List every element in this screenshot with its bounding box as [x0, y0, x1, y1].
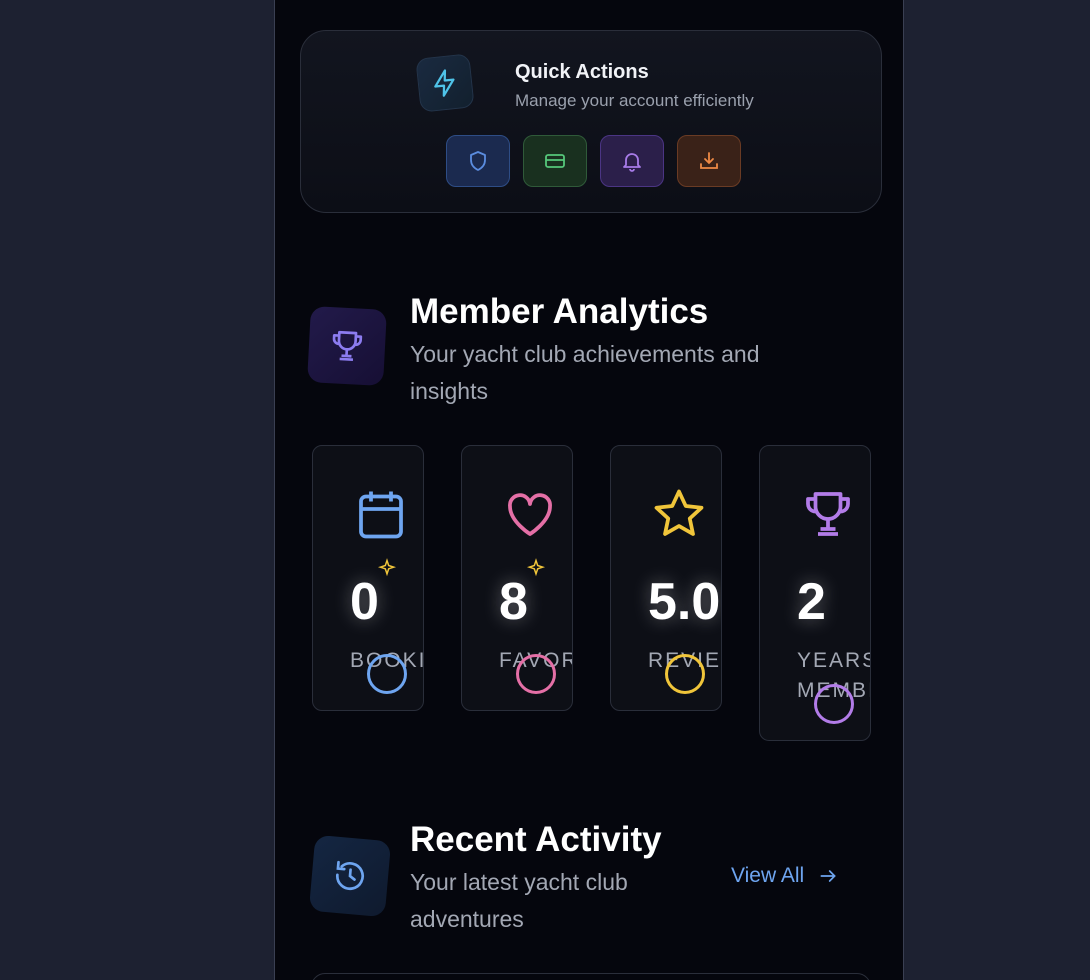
notifications-button[interactable]	[600, 135, 664, 187]
stat-value: 8	[499, 573, 528, 631]
recent-activity-subtitle: Your latest yacht club adventures	[410, 869, 628, 932]
recent-activity-title: Recent Activity	[410, 820, 662, 859]
heart-icon	[508, 493, 552, 536]
bell-icon	[623, 153, 641, 172]
trophy-icon	[806, 492, 850, 536]
shield-icon	[470, 151, 486, 171]
quick-actions-subtitle: Manage your account efficiently	[515, 91, 754, 110]
quick-actions-card: Quick Actions Manage your account effici…	[300, 30, 882, 213]
security-button[interactable]	[446, 135, 510, 187]
sparkle-icon	[377, 558, 397, 577]
download-button[interactable]	[677, 135, 741, 187]
stat-card-favorites[interactable]: 8 FAVOR	[461, 445, 573, 711]
stat-value: 2	[797, 573, 826, 631]
history-icon	[308, 834, 392, 918]
payment-button[interactable]	[523, 135, 587, 187]
credit-card-icon	[545, 154, 565, 168]
activity-item[interactable]	[311, 973, 871, 980]
view-all-link[interactable]: View All	[731, 864, 838, 888]
view-all-label: View All	[731, 864, 805, 887]
arrow-right-icon	[820, 870, 837, 882]
stat-card-reviews[interactable]: 5.0 REVIEV	[610, 445, 722, 711]
stat-value: 5.0	[648, 573, 721, 631]
progress-ring	[367, 654, 407, 694]
lightning-icon	[415, 53, 475, 113]
member-analytics-subtitle: Your yacht club achievements and insight…	[410, 341, 760, 404]
trophy-icon	[307, 306, 387, 386]
star-icon	[654, 489, 704, 536]
progress-ring	[516, 654, 556, 694]
member-analytics-title: Member Analytics	[410, 292, 709, 331]
quick-actions-title: Quick Actions	[515, 61, 649, 83]
calendar-icon	[359, 491, 403, 539]
stat-card-years-member[interactable]: 2 YEARS MEMBI	[759, 445, 871, 741]
stat-card-bookings[interactable]: 0 BOOKI	[312, 445, 424, 711]
download-icon	[700, 152, 718, 169]
app-screen: Quick Actions Manage your account effici…	[274, 0, 904, 980]
sparkle-icon	[526, 558, 546, 577]
progress-ring	[665, 654, 705, 694]
stat-value: 0	[350, 573, 379, 631]
progress-ring	[814, 684, 854, 724]
